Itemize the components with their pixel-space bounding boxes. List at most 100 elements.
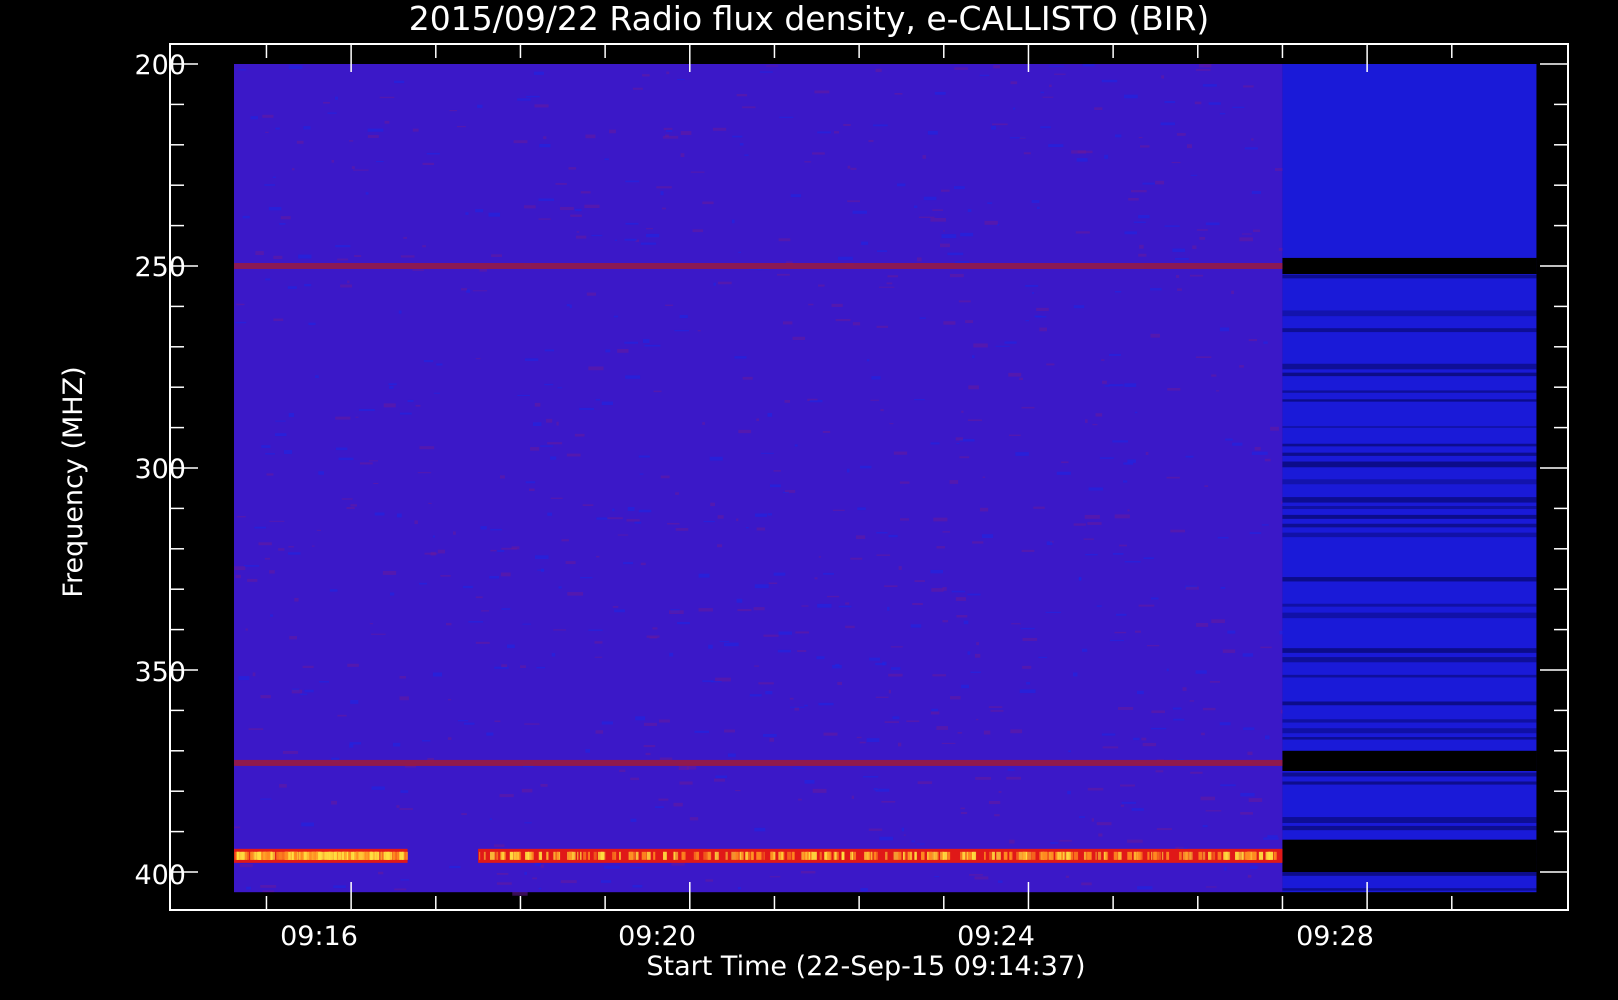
noise-cell [754,584,769,589]
noise-cell [538,198,555,201]
emission-hotspot [1190,851,1193,860]
noise-cell [866,738,880,743]
emission-hotspot [1161,851,1164,860]
noise-cell [550,497,563,499]
noise-cell [932,209,944,211]
noise-cell [658,719,670,723]
noise-cell [738,429,752,434]
noise-cell [289,636,298,640]
noise-cell [486,732,494,736]
emission-hotspot [1241,851,1244,860]
noise-cell [260,798,272,800]
noise-cell [1251,191,1262,194]
noise-cell [1124,383,1137,387]
noise-cell [702,422,705,425]
noise-cell [1202,84,1217,87]
noise-cell [1247,874,1252,878]
noise-cell [967,593,981,596]
noise-cell [288,546,294,548]
noise-cell [246,886,252,890]
noise-cell [422,245,427,248]
noise-cell [1146,645,1160,647]
y-tick-label: 400 [134,860,186,891]
noise-cell [870,399,879,401]
noise-cell [275,127,280,130]
noise-cell [1150,727,1167,730]
noise-cell [236,303,245,306]
emission-hotspot [518,851,522,860]
noise-cell [1263,837,1279,840]
noise-cell [879,836,894,841]
noise-cell [941,742,956,744]
noise-cell [906,720,920,723]
noise-cell [1022,637,1038,641]
noise-cell [374,512,385,516]
noise-cell [1201,732,1205,736]
noise-cell [300,693,308,696]
noise-cell [1172,248,1186,253]
emission-hotspot [1189,851,1191,860]
noise-cell [494,844,505,847]
noise-cell [967,651,971,655]
noise-cell [526,95,540,98]
noise-cell [862,775,879,778]
noise-cell [991,125,997,130]
segment-2-stripe [1282,772,1537,777]
noise-cell [1095,413,1103,417]
noise-cell [524,822,532,824]
segment-2-stripe [1282,363,1537,370]
noise-cell [1114,291,1122,293]
noise-cell [1205,222,1220,226]
noise-cell [754,665,760,667]
noise-cell [667,522,680,525]
noise-cell [568,167,577,170]
noise-cell [715,677,731,682]
noise-cell [275,420,286,422]
emission-hotspot [653,851,656,860]
noise-cell [625,375,641,379]
noise-cell [677,78,685,81]
emission-hotspot [338,851,342,860]
noise-cell [1136,690,1144,695]
noise-cell [1139,244,1144,249]
noise-cell [1082,64,1095,67]
noise-cell [1202,707,1216,711]
emission-hotspot [260,851,266,860]
noise-cell [1239,237,1253,242]
y-tick-label: 200 [134,50,186,81]
noise-cell [886,282,893,285]
noise-cell [575,208,582,212]
emission-hotspot [804,851,806,860]
noise-cell [1010,81,1018,85]
noise-cell [660,191,664,196]
noise-cell [489,576,500,579]
noise-cell [1004,341,1017,344]
noise-cell [919,317,926,319]
noise-cell [800,871,816,874]
noise-cell [396,805,400,808]
noise-cell [337,258,349,261]
noise-cell [773,572,786,576]
noise-cell [910,624,922,628]
noise-cell [595,398,601,401]
noise-cell [922,155,927,159]
noise-cell [1101,733,1116,736]
noise-cell [789,697,794,700]
noise-cell [1013,107,1016,110]
noise-cell [1156,828,1172,831]
noise-cell [942,230,946,232]
noise-cell [1033,506,1045,509]
noise-cell [601,401,613,406]
noise-cell [814,90,830,94]
noise-cell [517,98,531,101]
noise-cell [769,484,781,488]
noise-cell [792,336,806,341]
noise-cell [255,251,264,256]
emission-hotspot [619,851,621,860]
noise-cell [1240,792,1255,797]
noise-cell [669,610,684,615]
noise-cell [353,169,369,171]
emission-hotspot [489,851,495,860]
noise-cell [694,730,710,733]
noise-cell [756,527,766,531]
